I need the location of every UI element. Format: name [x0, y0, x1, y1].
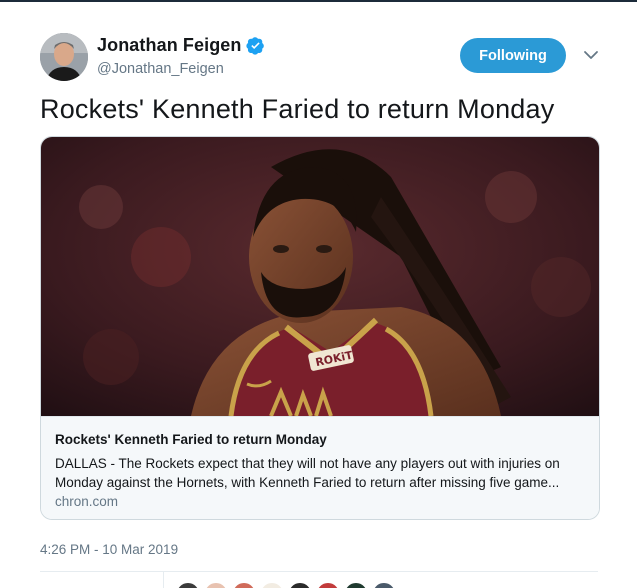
basketball-player-photo: ROKiT: [41, 137, 599, 416]
author-avatar[interactable]: [40, 33, 88, 81]
liker-avatar[interactable]: [372, 582, 396, 588]
author-name[interactable]: Jonathan Feigen: [97, 35, 242, 56]
card-description: DALLAS - The Rockets expect that they wi…: [55, 456, 560, 490]
liker-avatar[interactable]: [204, 582, 228, 588]
stats-vertical-divider: [163, 572, 164, 588]
window-top-border: [0, 0, 637, 2]
author-handle[interactable]: @Jonathan_Feigen: [97, 61, 224, 77]
liker-avatars[interactable]: [176, 582, 436, 588]
following-button[interactable]: Following: [460, 38, 566, 73]
liker-avatar[interactable]: [176, 582, 200, 588]
liker-avatar[interactable]: [260, 582, 284, 588]
stats-divider: [40, 571, 598, 572]
card-body[interactable]: Rockets' Kenneth Faried to return Monday…: [41, 416, 599, 519]
liker-avatar[interactable]: [316, 582, 340, 588]
card-domain: chron.com: [55, 494, 119, 509]
chevron-down-icon[interactable]: [583, 49, 599, 61]
author-name-row: Jonathan Feigen: [97, 35, 265, 56]
tweet-text: Rockets' Kenneth Faried to return Monday: [40, 94, 555, 124]
liker-avatar[interactable]: [232, 582, 256, 588]
link-card[interactable]: ROKiT Rockets' Kenneth Faried to return …: [40, 136, 600, 520]
liker-avatar[interactable]: [344, 582, 368, 588]
tweet-timestamp[interactable]: 4:26 PM - 10 Mar 2019: [40, 542, 178, 557]
card-title[interactable]: Rockets' Kenneth Faried to return Monday: [55, 432, 327, 447]
liker-avatar[interactable]: [288, 582, 312, 588]
verified-badge-icon: [245, 37, 264, 55]
